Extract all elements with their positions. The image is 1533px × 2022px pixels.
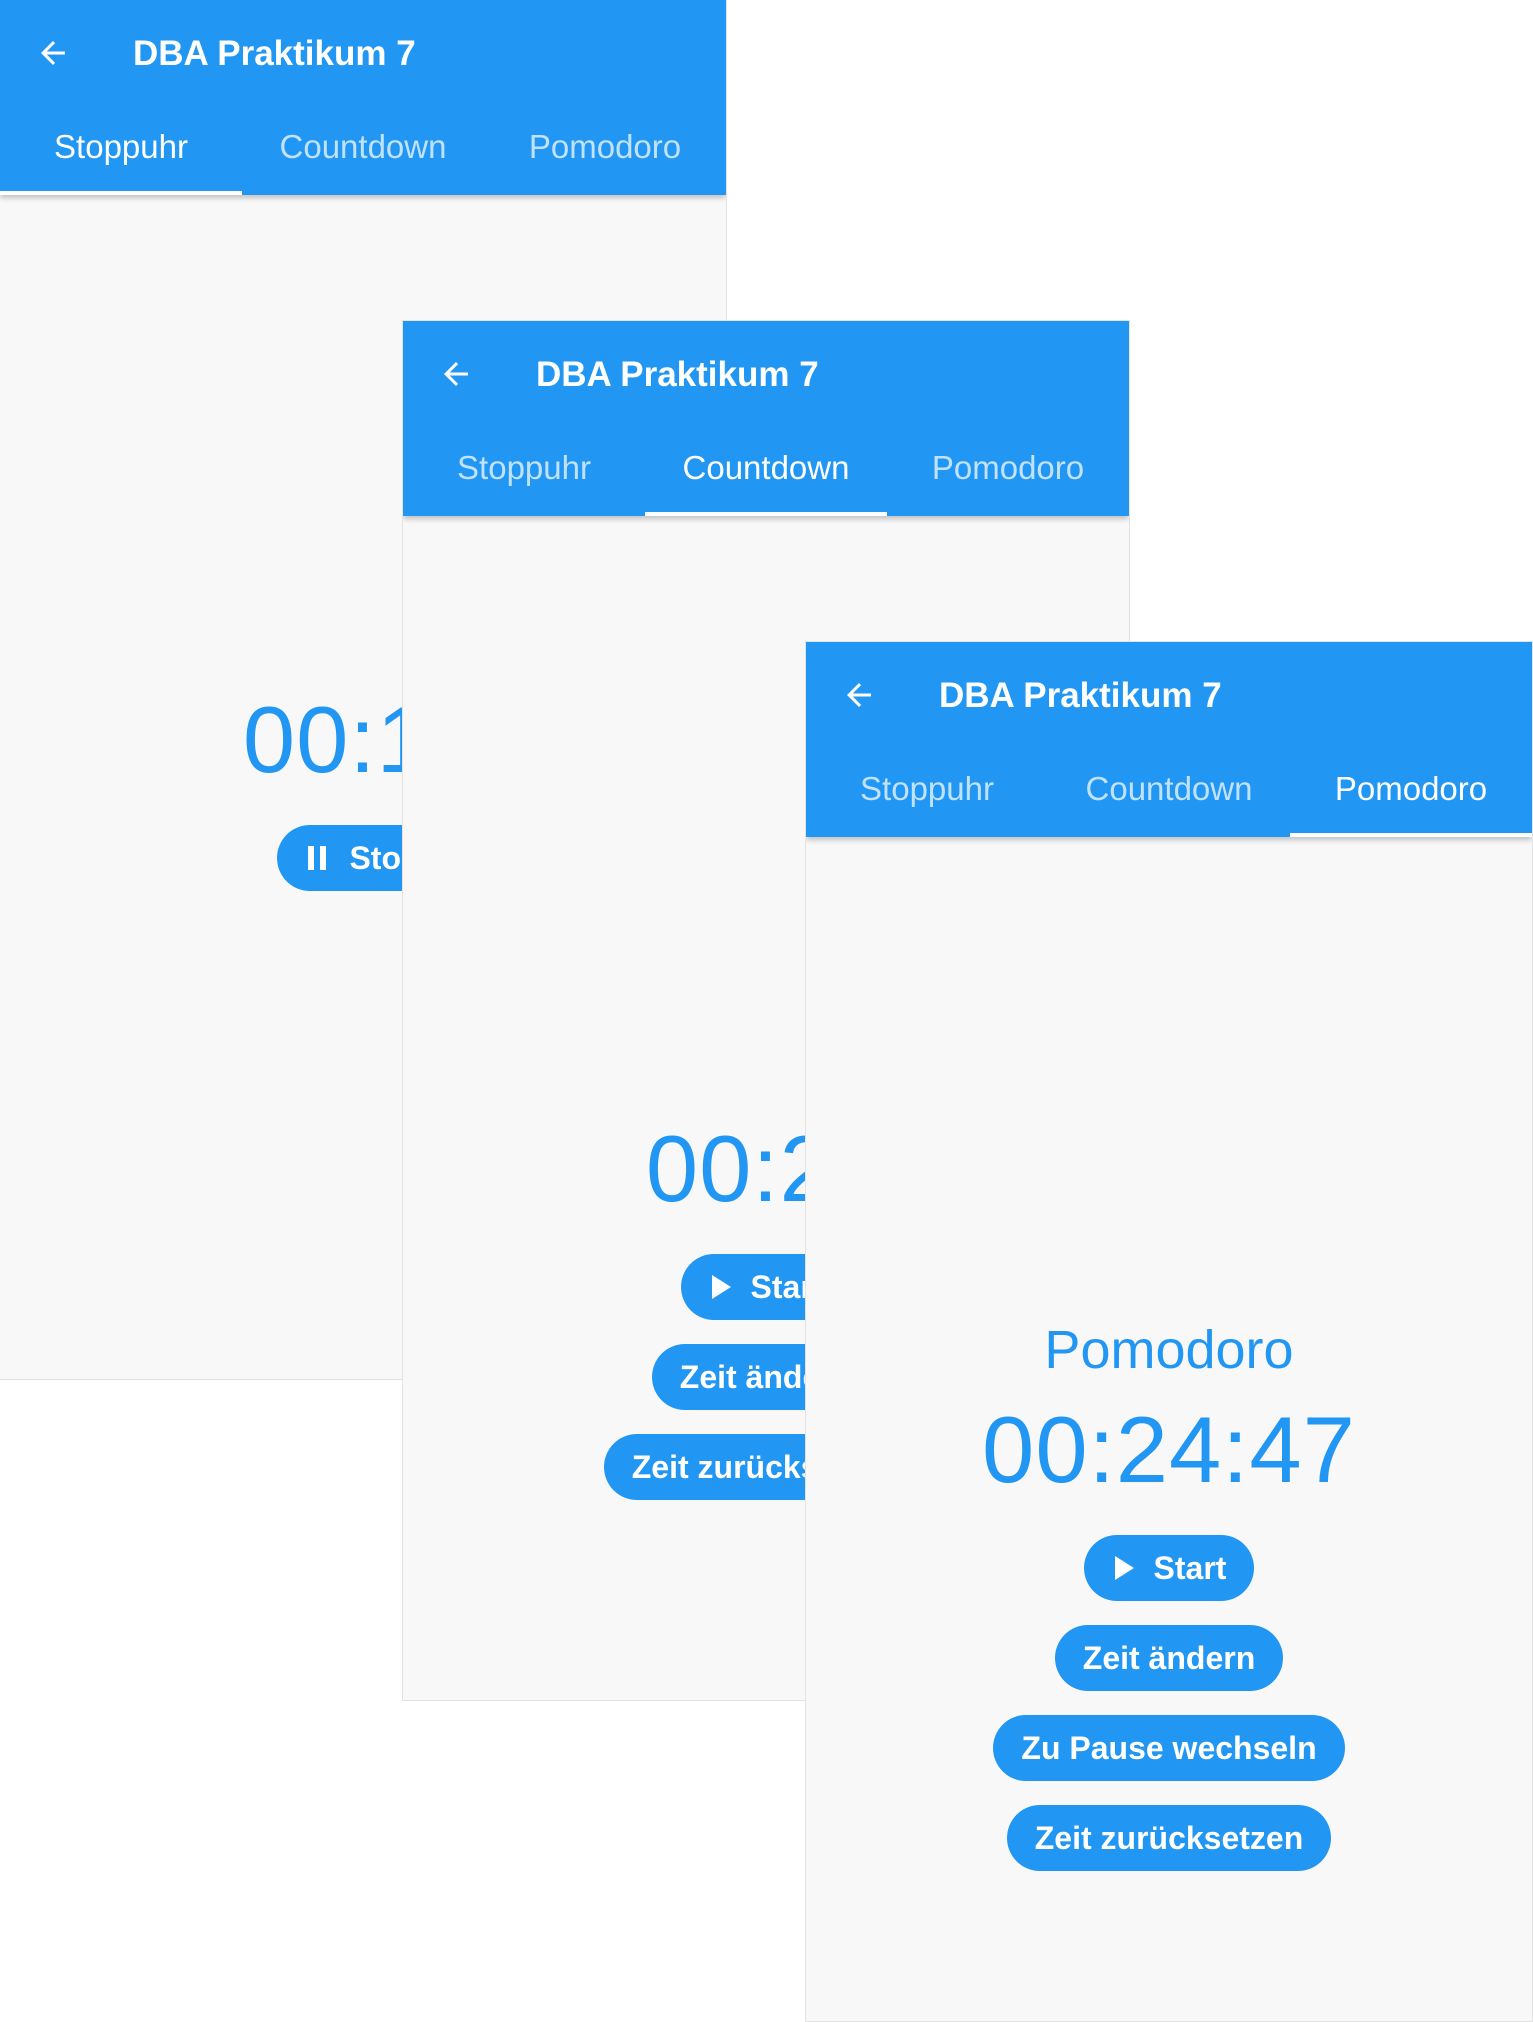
tab-pomodoro[interactable]: Pomodoro <box>887 419 1129 516</box>
tab-label: Stoppuhr <box>860 769 994 807</box>
tab-indicator <box>0 191 242 195</box>
tab-label: Pomodoro <box>931 448 1085 486</box>
mode-label: Pomodoro <box>1044 1320 1294 1380</box>
timer-stack: Pomodoro 00:24:47 Start Zeit ändern Zu P… <box>806 1315 1532 1871</box>
timer-display: 00:24:47 <box>982 1397 1356 1502</box>
back-button[interactable] <box>834 670 884 720</box>
tab-stoppuhr[interactable]: Stoppuhr <box>806 740 1048 837</box>
tab-countdown[interactable]: Countdown <box>645 419 887 516</box>
tab-indicator <box>645 512 887 516</box>
tab-label: Countdown <box>682 448 850 486</box>
arrow-back-icon <box>841 677 877 713</box>
app-bar: DBA Praktikum 7 Stoppuhr Countdown Pomod… <box>403 321 1129 516</box>
switch-to-break-button[interactable]: Zu Pause wechseln <box>993 1715 1345 1781</box>
play-icon <box>709 1273 733 1301</box>
tab-label: Stoppuhr <box>54 127 188 165</box>
app-title: DBA Praktikum 7 <box>939 676 1222 715</box>
arrow-back-icon <box>35 35 71 71</box>
tab-label: Pomodoro <box>1334 769 1488 807</box>
tab-countdown[interactable]: Countdown <box>242 98 484 195</box>
pause-icon <box>305 843 331 873</box>
button-label: Zu Pause wechseln <box>1021 1729 1317 1766</box>
screen-content: Pomodoro 00:24:47 Start Zeit ändern Zu P… <box>806 837 1532 2021</box>
tab-label: Stoppuhr <box>457 448 591 486</box>
tab-bar: Stoppuhr Countdown Pomodoro <box>403 419 1129 516</box>
tab-label: Countdown <box>279 127 447 165</box>
tab-pomodoro[interactable]: Pomodoro <box>484 98 726 195</box>
button-label: Zeit ändern <box>1082 1639 1256 1676</box>
tab-indicator <box>1290 833 1532 837</box>
tab-stoppuhr[interactable]: Stoppuhr <box>403 419 645 516</box>
start-button[interactable]: Start <box>1083 1535 1255 1601</box>
change-time-button[interactable]: Zeit ändern <box>1054 1625 1284 1691</box>
app-title: DBA Praktikum 7 <box>133 34 416 73</box>
pomodoro-screen: DBA Praktikum 7 Stoppuhr Countdown Pomod… <box>806 642 1532 2021</box>
button-label: Start <box>1153 1549 1227 1586</box>
tab-bar: Stoppuhr Countdown Pomodoro <box>0 98 726 195</box>
button-label: Zeit zurücksetzen <box>1034 1819 1304 1856</box>
back-button[interactable] <box>431 349 481 399</box>
tab-label: Countdown <box>1085 769 1253 807</box>
tab-countdown[interactable]: Countdown <box>1048 740 1290 837</box>
reset-time-button[interactable]: Zeit zurücksetzen <box>1006 1805 1332 1871</box>
app-bar: DBA Praktikum 7 Stoppuhr Countdown Pomod… <box>806 642 1532 837</box>
app-title: DBA Praktikum 7 <box>536 355 819 394</box>
arrow-back-icon <box>438 356 474 392</box>
back-button[interactable] <box>28 28 78 78</box>
tab-stoppuhr[interactable]: Stoppuhr <box>0 98 242 195</box>
play-icon <box>1112 1554 1136 1582</box>
tab-bar: Stoppuhr Countdown Pomodoro <box>806 740 1532 837</box>
tab-label: Pomodoro <box>528 127 682 165</box>
tab-pomodoro[interactable]: Pomodoro <box>1290 740 1532 837</box>
app-bar: DBA Praktikum 7 Stoppuhr Countdown Pomod… <box>0 0 726 195</box>
